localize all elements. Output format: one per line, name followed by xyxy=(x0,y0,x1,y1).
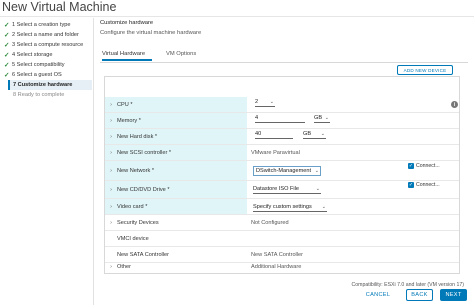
window-titlebar: New Virtual Machine xyxy=(0,0,474,17)
vmci-label: VMCI device xyxy=(117,235,149,242)
tab-vm-options[interactable]: VM Options xyxy=(166,48,206,61)
row-video: › Video card * Specify custom settings ⌄ xyxy=(105,199,459,215)
check-icon: ✓ xyxy=(4,22,10,29)
chevron-right-icon[interactable]: › xyxy=(105,150,117,156)
video-label: Video card * xyxy=(117,203,148,210)
security-value: Not Configured xyxy=(251,219,289,226)
chevron-right-icon[interactable]: › xyxy=(105,264,117,270)
chevron-right-icon[interactable]: › xyxy=(105,102,117,108)
add-new-device-button[interactable]: ADD NEW DEVICE xyxy=(397,65,453,75)
check-icon: ✓ xyxy=(4,32,10,39)
check-icon: ✓ xyxy=(408,163,414,169)
row-other: › Other Additional Hardware xyxy=(105,259,459,275)
chevron-down-icon: ⌄ xyxy=(320,130,325,137)
chevron-right-icon[interactable]: › xyxy=(105,168,117,174)
chevron-right-icon[interactable]: › xyxy=(105,118,117,124)
chevron-down-icon: ⌄ xyxy=(321,203,326,210)
check-icon: ✓ xyxy=(4,72,10,79)
row-vmci: VMCI device xyxy=(105,231,459,247)
step-3[interactable]: ✓ 3 Select a compute resource xyxy=(4,40,83,50)
tab-virtual-hardware[interactable]: Virtual Hardware xyxy=(102,48,152,61)
next-button[interactable]: NEXT xyxy=(440,289,467,301)
chevron-right-icon[interactable]: › xyxy=(105,220,117,226)
cdrom-label: New CD/DVD Drive * xyxy=(117,186,170,193)
row-network: › New Network * DSwitch-Management ⌄ ✓ Conn… xyxy=(105,161,459,181)
chevron-right-icon[interactable]: › xyxy=(105,134,117,140)
back-button[interactable]: BACK xyxy=(406,289,433,301)
network-label: New Network * xyxy=(117,167,154,174)
wizard-steps: ✓ 1 Select a creation type ✓ 2 Select a na… xyxy=(0,18,94,305)
step-5[interactable]: ✓ 5 Select compatibility xyxy=(4,60,65,70)
tab-divider xyxy=(100,62,468,63)
check-icon: ✓ xyxy=(4,52,10,59)
memory-unit-select[interactable]: GB ⌄ xyxy=(314,113,330,123)
video-select[interactable]: Specify custom settings ⌄ xyxy=(253,202,327,212)
network-select[interactable]: DSwitch-Management ⌄ xyxy=(253,166,321,176)
step-8: 8 Ready to complete xyxy=(13,92,65,98)
chevron-right-icon[interactable]: › xyxy=(105,204,117,210)
hardware-grid: › CPU * 2 ⌄ i › Memory * 4 GB ⌄ › New Hard di… xyxy=(104,76,460,274)
sata-label: New SATA Controller xyxy=(117,251,170,258)
chevron-down-icon: ⌄ xyxy=(324,114,329,121)
step-1[interactable]: ✓ 1 Select a creation type xyxy=(4,20,70,30)
cancel-button[interactable]: CANCEL xyxy=(363,289,393,301)
row-cdrom: › New CD/DVD Drive * Datastore ISO File ⌄ … xyxy=(105,181,459,199)
cpu-label: CPU * xyxy=(117,101,133,108)
page-title: Customize hardware xyxy=(100,20,154,26)
row-security: › Security Devices Not Configured xyxy=(105,215,459,231)
row-hard-disk: › New Hard disk * 40 GB ⌄ xyxy=(105,129,459,145)
hard-disk-input[interactable]: 40 xyxy=(255,129,293,139)
step-7-active[interactable]: 7 Customize hardware xyxy=(8,80,92,90)
window-title: New Virtual Machine xyxy=(2,0,117,14)
hard-disk-label: New Hard disk * xyxy=(117,133,158,140)
step-6[interactable]: ✓ 6 Select a guest OS xyxy=(4,70,62,80)
row-cpu: › CPU * 2 ⌄ i xyxy=(105,97,459,113)
cpu-select[interactable]: 2 ⌄ xyxy=(255,97,275,107)
step-2[interactable]: ✓ 2 Select a name and folder xyxy=(4,30,79,40)
step-4[interactable]: ✓ 4 Select storage xyxy=(4,50,52,60)
network-connect-checkbox[interactable]: ✓ Connect... xyxy=(408,163,440,169)
info-icon[interactable]: i xyxy=(451,101,458,108)
check-icon: ✓ xyxy=(4,42,10,49)
chevron-down-icon: ⌄ xyxy=(315,185,320,192)
check-icon: ✓ xyxy=(4,62,10,69)
other-label: Other xyxy=(117,264,131,270)
memory-label: Memory * xyxy=(117,117,141,124)
memory-input[interactable]: 4 xyxy=(255,113,305,123)
scsi-label: New SCSI controller * xyxy=(117,149,172,156)
scsi-value: VMware Paravirtual xyxy=(251,149,300,156)
title-divider xyxy=(0,16,474,17)
main-panel: Customize hardware Configure the virtual… xyxy=(98,18,474,305)
check-icon: ✓ xyxy=(408,182,414,188)
page-subtitle: Configure the virtual machine hardware xyxy=(100,30,202,36)
security-label: Security Devices xyxy=(117,219,159,226)
cdrom-connect-checkbox[interactable]: ✓ Connect... xyxy=(408,182,440,188)
row-memory: › Memory * 4 GB ⌄ xyxy=(105,113,459,129)
vmci-value xyxy=(251,231,459,246)
chevron-down-icon: ⌄ xyxy=(314,168,319,174)
cdrom-select[interactable]: Datastore ISO File ⌄ xyxy=(253,184,321,194)
footer: CANCEL BACK NEXT xyxy=(94,282,474,305)
hard-disk-unit-select[interactable]: GB ⌄ xyxy=(303,129,326,139)
chevron-down-icon: ⌄ xyxy=(269,98,274,105)
chevron-right-icon[interactable]: › xyxy=(105,187,117,193)
row-scsi: › New SCSI controller * VMware Paravirtua… xyxy=(105,145,459,161)
other-value: Additional Hardware xyxy=(251,264,302,270)
